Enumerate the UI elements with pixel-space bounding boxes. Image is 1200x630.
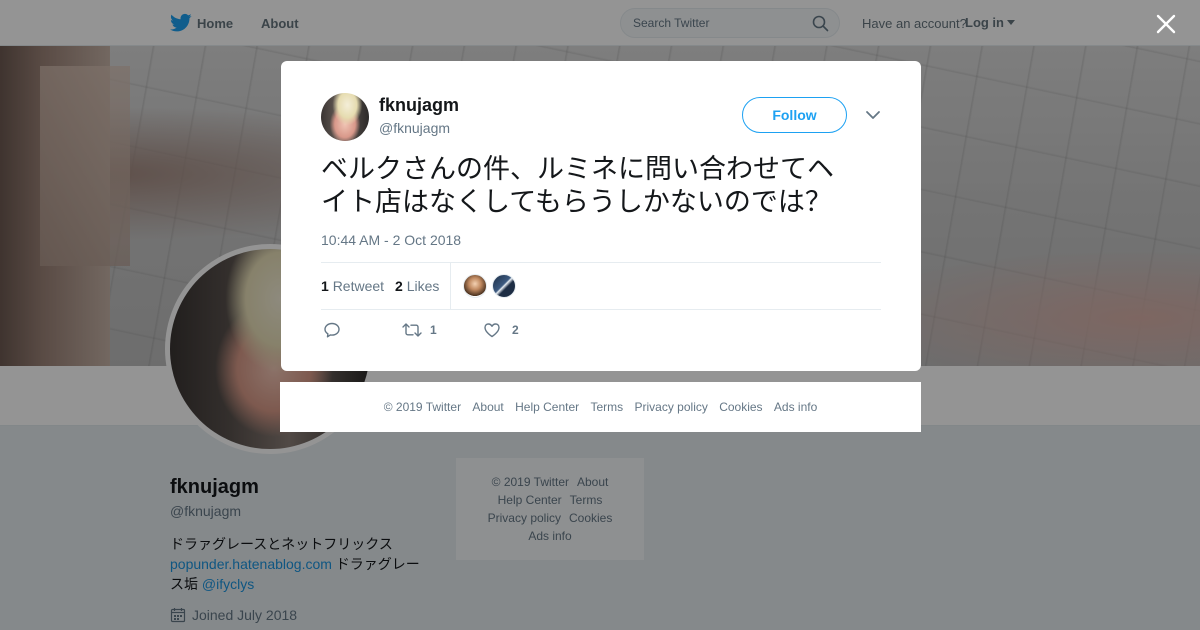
tweet-modal: fknujagm @fknujagm Follow ベルクさんの件、ルミネに問い… — [281, 61, 921, 371]
follow-button[interactable]: Follow — [742, 97, 847, 133]
tweet-author-name[interactable]: fknujagm — [379, 95, 459, 116]
tweet-text: ベルクさんの件、ルミネに問い合わせてヘ イト店はなくしてもらうしかないのでは？ — [321, 153, 881, 219]
liker-avatar[interactable] — [463, 274, 487, 298]
heart-icon — [484, 323, 500, 338]
chevron-down-icon[interactable] — [865, 109, 881, 121]
retweet-stat[interactable]: 1 Retweet — [321, 278, 384, 294]
footer-about-link[interactable]: About — [472, 400, 503, 414]
liker-avatar[interactable] — [492, 274, 516, 298]
retweet-action-count: 1 — [430, 323, 437, 337]
tweet-actions: 1 2 — [321, 319, 881, 343]
footer-privacy-link[interactable]: Privacy policy — [635, 400, 708, 414]
retweet-count: 1 — [321, 278, 329, 294]
footer-copyright: © 2019 Twitter — [383, 400, 462, 414]
footer-terms-link[interactable]: Terms — [590, 400, 623, 414]
tweet-text-line: ベルクさんの件、ルミネに問い合わせてヘ — [321, 154, 834, 185]
tweet-stats: 1 Retweet 2 Likes — [321, 262, 881, 310]
likes-label: Likes — [406, 278, 440, 294]
like-action-count: 2 — [512, 323, 519, 337]
tweet-author-avatar[interactable] — [321, 93, 369, 141]
stats-divider — [450, 263, 451, 310]
retweet-label: Retweet — [332, 278, 385, 294]
footer-cookies-link[interactable]: Cookies — [719, 400, 762, 414]
tweet-author-handle[interactable]: @fknujagm — [379, 120, 450, 136]
close-icon[interactable] — [1154, 12, 1178, 36]
modal-footer: © 2019 Twitter About Help Center Terms P… — [280, 382, 921, 432]
footer-ads-link[interactable]: Ads info — [774, 400, 817, 414]
likes-stat[interactable]: 2 Likes — [395, 278, 439, 294]
retweet-icon — [402, 323, 422, 337]
footer-help-link[interactable]: Help Center — [515, 400, 579, 414]
tweet-text-line: イト店はなくしてもらうしかないのでは？ — [321, 187, 832, 218]
likes-count: 2 — [395, 278, 403, 294]
tweet-timestamp[interactable]: 10:44 AM - 2 Oct 2018 — [321, 232, 461, 248]
reply-icon — [324, 322, 340, 338]
